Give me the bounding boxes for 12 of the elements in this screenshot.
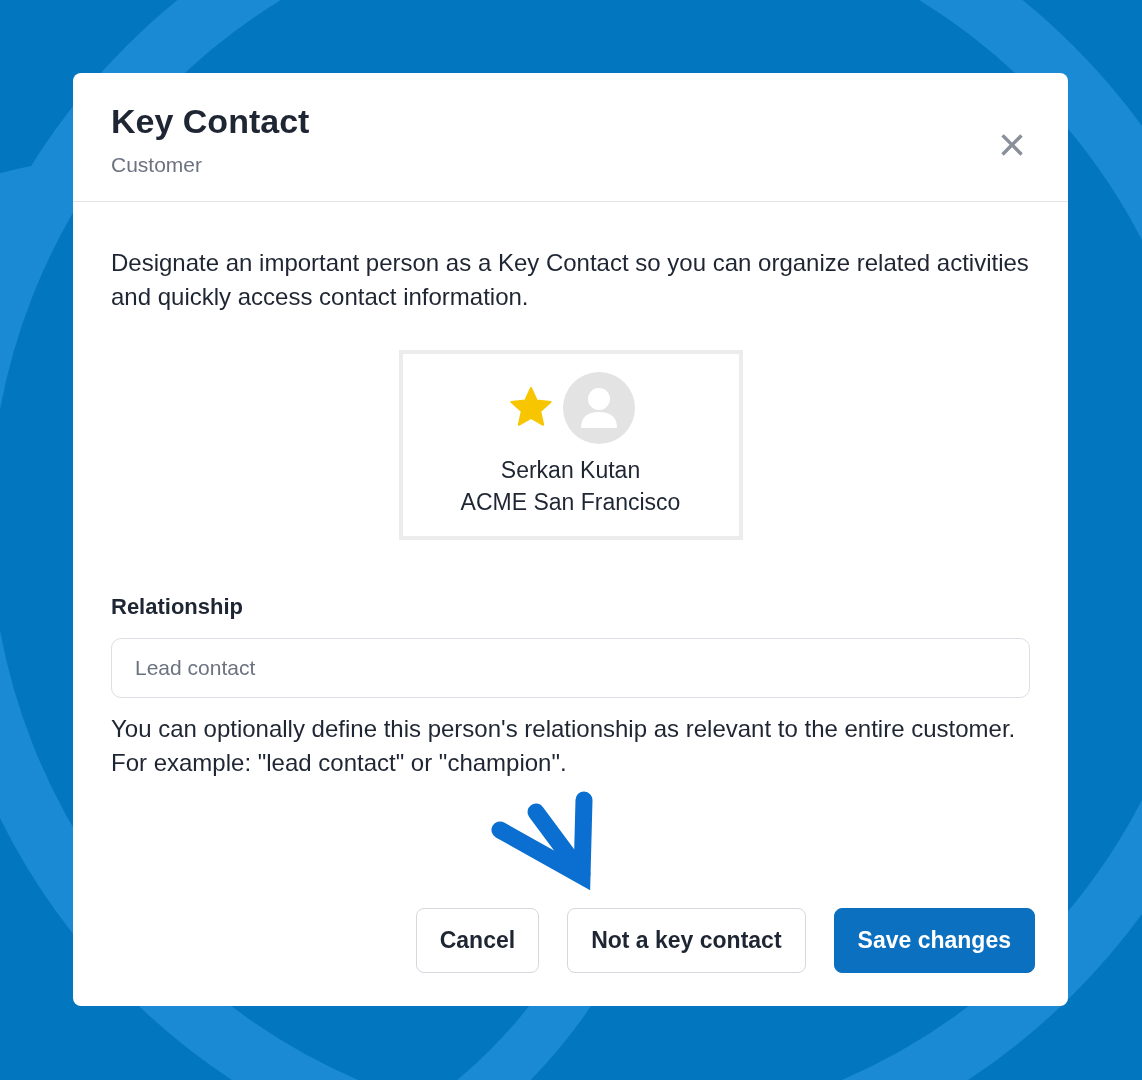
relationship-field[interactable]: Lead contact (111, 638, 1030, 698)
secondary-button[interactable]: Not a key contact (567, 908, 806, 973)
dialog-subtitle: Customer (111, 153, 203, 177)
help-text: You can optionally define this person's relationship as relevant to the entire customer. For example: "lead contact" or "champion". (111, 714, 1017, 778)
contact-company: ACME San Francisco (460, 488, 681, 517)
avatar-icon (562, 372, 635, 444)
description-text: Designate an important person as a Key Contact so you can organize related activities and quickly access contact information. (111, 248, 1030, 312)
secondary-button[interactable]: Cancel (415, 908, 540, 973)
save-button[interactable]: Save changes (833, 908, 1035, 973)
dialog-title: Key Contact (111, 101, 310, 142)
contact-name: Serkan Kutan (500, 456, 641, 485)
field-label: Relationship (111, 593, 244, 621)
